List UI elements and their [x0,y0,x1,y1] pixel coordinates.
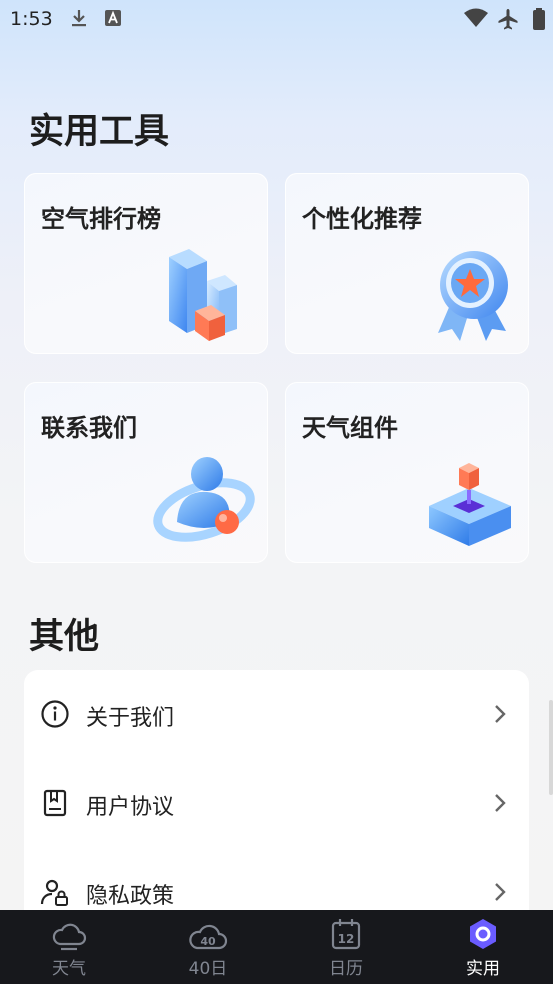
chevron-right-icon [493,792,507,818]
list-item-label: 用户协议 [86,795,175,820]
scrollbar[interactable] [549,700,553,795]
card-label: 空气排行榜 [41,205,161,233]
cloud-40-icon: 40 [188,918,228,956]
chevron-right-icon [493,881,507,907]
tab-label: 日历 [329,959,363,979]
tab-label: 天气 [52,959,86,979]
cube-widget-icon [429,463,511,546]
card-label: 天气组件 [302,414,398,442]
card-contact-us[interactable]: 联系我们 [24,382,268,563]
tools-section-title: 实用工具 [29,112,170,152]
card-personal-recommend[interactable]: 个性化推荐 [285,173,529,354]
tab-40-days[interactable]: 40 40日 [163,910,253,984]
list-item-user-agreement[interactable]: 用户协议 [24,774,529,834]
tab-calendar[interactable]: 12 日历 [301,910,391,984]
other-list: 关于我们 用户协议 隐私政策 [24,670,529,930]
cloud-icon [51,918,87,956]
download-icon [70,8,88,32]
card-weather-widget[interactable]: 天气组件 [285,382,529,563]
tab-weather[interactable]: 天气 [24,910,114,984]
battery-icon [532,8,546,34]
other-section-title: 其他 [29,617,100,657]
wifi-icon [463,8,489,32]
document-icon [40,788,70,822]
info-icon [40,699,70,733]
bottom-tab-bar: 天气 40 40日 12 日历 实用 [0,910,553,984]
card-label: 个性化推荐 [302,205,422,233]
card-label: 联系我们 [41,414,137,442]
tools-ring-icon [468,918,498,954]
list-item-label: 隐私政策 [86,884,175,909]
tab-label: 实用 [466,959,500,979]
list-item-about-us[interactable]: 关于我们 [24,685,529,745]
status-time: 1:53 [10,8,53,30]
calendar-icon: 12 [331,918,361,954]
list-item-label: 关于我们 [86,706,175,731]
tab-tools[interactable]: 实用 [438,910,528,984]
airplane-icon [497,8,519,34]
tab-label: 40日 [188,959,228,979]
user-lock-icon [40,877,70,911]
chevron-right-icon [493,703,507,729]
cloud-40-text: 40 [200,935,216,948]
font-a-icon [105,10,121,30]
status-bar: 1:53 [0,0,553,40]
card-air-ranking[interactable]: 空气排行榜 [24,173,268,354]
medal-star-icon [438,251,508,341]
bar-blocks-icon [169,249,237,341]
person-orbit-icon [153,457,255,542]
calendar-day-text: 12 [338,932,355,946]
